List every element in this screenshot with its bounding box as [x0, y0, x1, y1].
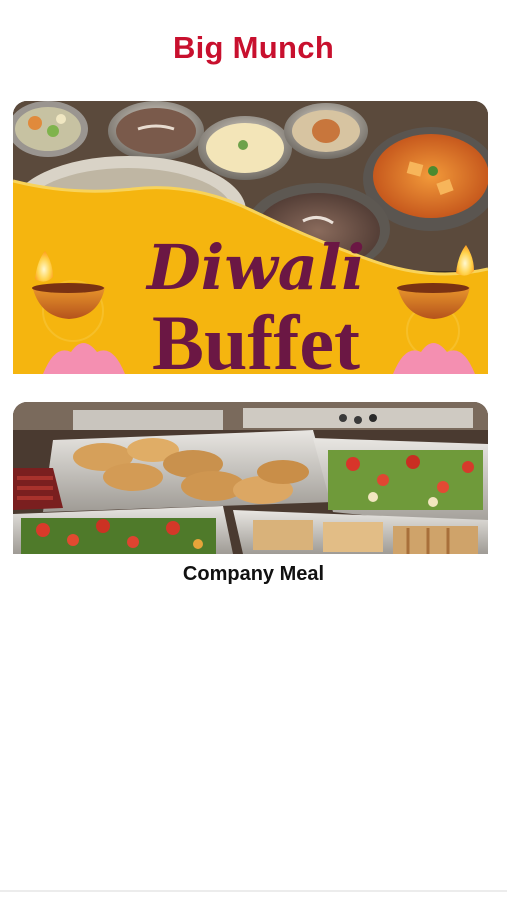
menu-card-label-company-meal[interactable]: Company Meal	[0, 563, 507, 586]
company-meal-image	[13, 402, 488, 554]
app-title: Big Munch	[172, 30, 335, 65]
menu-card-diwali-buffet[interactable]: Diwali Buffet	[13, 101, 488, 374]
bottom-divider	[0, 890, 507, 892]
banner-title-line1: Diwali	[145, 231, 365, 304]
diwali-buffet-image: Diwali Buffet	[13, 101, 488, 374]
menu-card-company-meal[interactable]	[13, 402, 488, 554]
banner-title-line2: Buffet	[152, 299, 360, 374]
